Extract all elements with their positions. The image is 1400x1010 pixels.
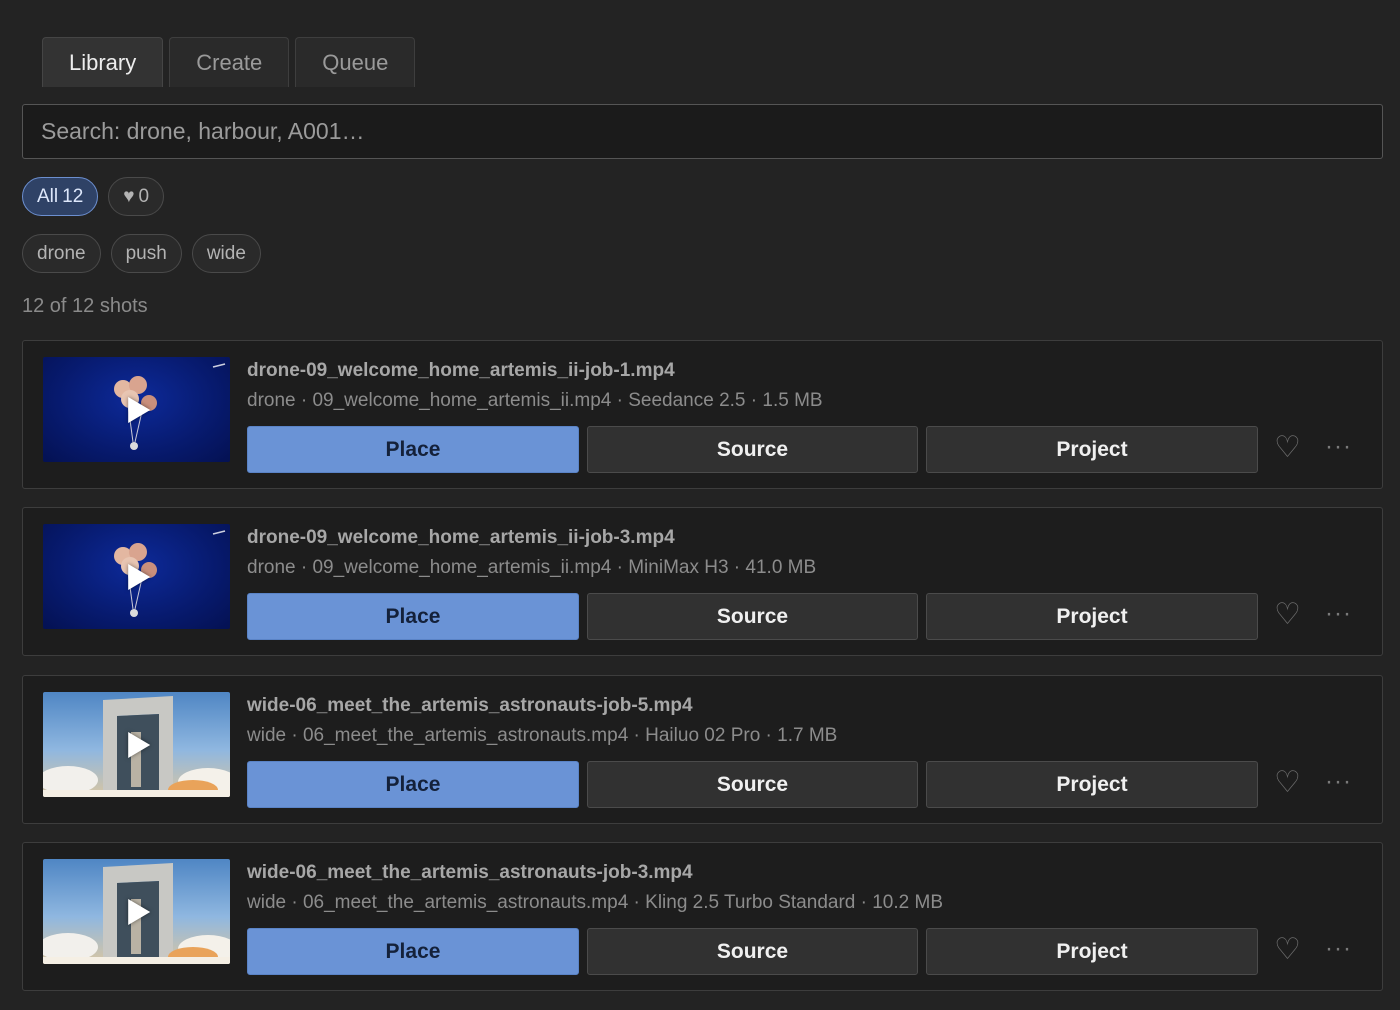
- play-icon: [127, 898, 150, 925]
- tag-pill-push[interactable]: push: [110, 234, 182, 273]
- tab-bar: Library Create Queue: [42, 37, 416, 87]
- more-options-icon[interactable]: ···: [1325, 768, 1352, 796]
- filter-favorites-count: 0: [138, 185, 150, 207]
- heart-filled-icon: ♥: [123, 185, 135, 207]
- filter-all-pill[interactable]: All 12: [22, 177, 99, 216]
- place-button[interactable]: Place: [247, 593, 579, 640]
- source-button[interactable]: Source: [587, 426, 918, 473]
- place-button[interactable]: Place: [247, 426, 579, 473]
- shot-title: drone-09_welcome_home_artemis_ii-job-3.m…: [247, 527, 675, 548]
- shot-card: wide-06_meet_the_artemis_astronauts-job-…: [22, 842, 1383, 991]
- more-options-icon[interactable]: ···: [1325, 433, 1352, 461]
- shot-card: drone-09_welcome_home_artemis_ii-job-3.m…: [22, 507, 1383, 656]
- source-button[interactable]: Source: [587, 761, 918, 808]
- tab-create[interactable]: Create: [169, 37, 290, 87]
- tab-queue[interactable]: Queue: [295, 37, 416, 87]
- project-button[interactable]: Project: [926, 761, 1258, 808]
- source-button[interactable]: Source: [587, 928, 918, 975]
- tag-pill-drone[interactable]: drone: [22, 234, 101, 273]
- more-options-icon[interactable]: ···: [1325, 600, 1352, 628]
- shot-meta: drone · 09_welcome_home_artemis_ii.mp4 ·…: [247, 557, 817, 578]
- favorite-heart-icon[interactable]: ♡: [1274, 597, 1301, 632]
- search-input[interactable]: [22, 104, 1383, 159]
- shot-title: drone-09_welcome_home_artemis_ii-job-1.m…: [247, 360, 675, 381]
- favorite-heart-icon[interactable]: ♡: [1274, 932, 1301, 967]
- video-thumbnail[interactable]: [43, 524, 230, 629]
- result-count: 12 of 12 shots: [22, 295, 148, 317]
- play-icon: [127, 563, 150, 590]
- shot-card: drone-09_welcome_home_artemis_ii-job-1.m…: [22, 340, 1383, 489]
- shot-card: wide-06_meet_the_artemis_astronauts-job-…: [22, 675, 1383, 824]
- filter-all-count: 12: [62, 185, 84, 207]
- source-button[interactable]: Source: [587, 593, 918, 640]
- project-button[interactable]: Project: [926, 593, 1258, 640]
- shot-title: wide-06_meet_the_artemis_astronauts-job-…: [247, 862, 693, 883]
- favorite-heart-icon[interactable]: ♡: [1274, 430, 1301, 465]
- shot-title: wide-06_meet_the_artemis_astronauts-job-…: [247, 695, 693, 716]
- shot-meta: wide · 06_meet_the_artemis_astronauts.mp…: [247, 725, 838, 746]
- shot-meta: drone · 09_welcome_home_artemis_ii.mp4 ·…: [247, 390, 823, 411]
- play-icon: [127, 731, 150, 758]
- place-button[interactable]: Place: [247, 928, 579, 975]
- video-thumbnail[interactable]: [43, 357, 230, 462]
- favorite-heart-icon[interactable]: ♡: [1274, 765, 1301, 800]
- place-button[interactable]: Place: [247, 761, 579, 808]
- shot-meta: wide · 06_meet_the_artemis_astronauts.mp…: [247, 892, 943, 913]
- filter-row: All 12 ♥ 0: [22, 177, 165, 216]
- filter-favorites-pill[interactable]: ♥ 0: [108, 177, 165, 216]
- video-thumbnail[interactable]: [43, 859, 230, 964]
- play-icon: [127, 396, 150, 423]
- project-button[interactable]: Project: [926, 928, 1258, 975]
- tag-pill-wide[interactable]: wide: [191, 234, 261, 273]
- tab-library[interactable]: Library: [42, 37, 164, 87]
- filter-all-label: All: [37, 185, 59, 207]
- video-thumbnail[interactable]: [43, 692, 230, 797]
- project-button[interactable]: Project: [926, 426, 1258, 473]
- tag-row: drone push wide: [22, 234, 261, 273]
- more-options-icon[interactable]: ···: [1325, 935, 1352, 963]
